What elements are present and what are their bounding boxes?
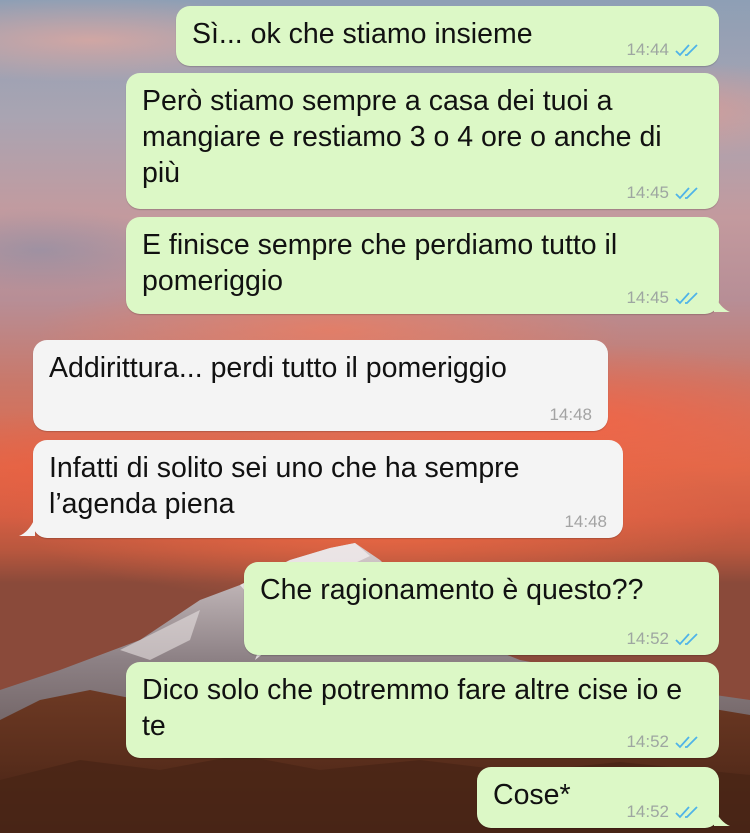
- message-time: 14:52: [626, 732, 669, 751]
- double-check-icon: [675, 291, 703, 305]
- message-text: Dico solo che potremmo fare altre cise i…: [142, 674, 691, 742]
- message-meta: 14:52: [626, 732, 703, 752]
- message-time: 14:48: [564, 512, 607, 531]
- double-check-icon: [675, 632, 703, 646]
- bubble-tail: [714, 808, 730, 826]
- message-time: 14:52: [626, 629, 669, 648]
- message-bubble-incoming[interactable]: Infatti di solito sei uno che ha sempre …: [33, 440, 623, 538]
- message-meta: 14:45: [626, 183, 703, 203]
- message-meta: 14:48: [564, 512, 607, 532]
- message-meta: 14:44: [626, 40, 703, 60]
- message-time: 14:48: [549, 405, 592, 424]
- bubble-tail: [714, 294, 730, 312]
- message-text: Addirittura... perdi tutto il pomeriggio: [49, 352, 507, 384]
- message-text: E finisce sempre che perdiamo tutto il p…: [142, 229, 626, 297]
- message-meta: 14:48: [549, 405, 592, 425]
- message-bubble-outgoing[interactable]: E finisce sempre che perdiamo tutto il p…: [126, 217, 719, 314]
- message-text: Che ragionamento è questo??: [260, 574, 644, 606]
- message-time: 14:44: [626, 40, 669, 59]
- message-bubble-outgoing[interactable]: Dico solo che potremmo fare altre cise i…: [126, 662, 719, 758]
- message-time: 14:52: [626, 802, 669, 821]
- double-check-icon: [675, 735, 703, 749]
- message-meta: 14:45: [626, 288, 703, 308]
- message-text: Però stiamo sempre a casa dei tuoi a man…: [142, 85, 670, 189]
- message-bubble-outgoing[interactable]: Che ragionamento è questo?? 14:52: [244, 562, 719, 655]
- double-check-icon: [675, 186, 703, 200]
- message-text: Infatti di solito sei uno che ha sempre …: [49, 452, 528, 520]
- message-meta: 14:52: [626, 802, 703, 822]
- message-time: 14:45: [626, 183, 669, 202]
- message-time: 14:45: [626, 288, 669, 307]
- double-check-icon: [675, 43, 703, 57]
- message-bubble-outgoing[interactable]: Cose* 14:52: [477, 767, 719, 828]
- message-bubble-outgoing[interactable]: Però stiamo sempre a casa dei tuoi a man…: [126, 73, 719, 209]
- double-check-icon: [675, 805, 703, 819]
- message-bubble-outgoing[interactable]: Sì... ok che stiamo insieme 14:44: [176, 6, 719, 66]
- message-meta: 14:52: [626, 629, 703, 649]
- message-bubble-incoming[interactable]: Addirittura... perdi tutto il pomeriggio…: [33, 340, 608, 431]
- bubble-tail: [19, 518, 35, 536]
